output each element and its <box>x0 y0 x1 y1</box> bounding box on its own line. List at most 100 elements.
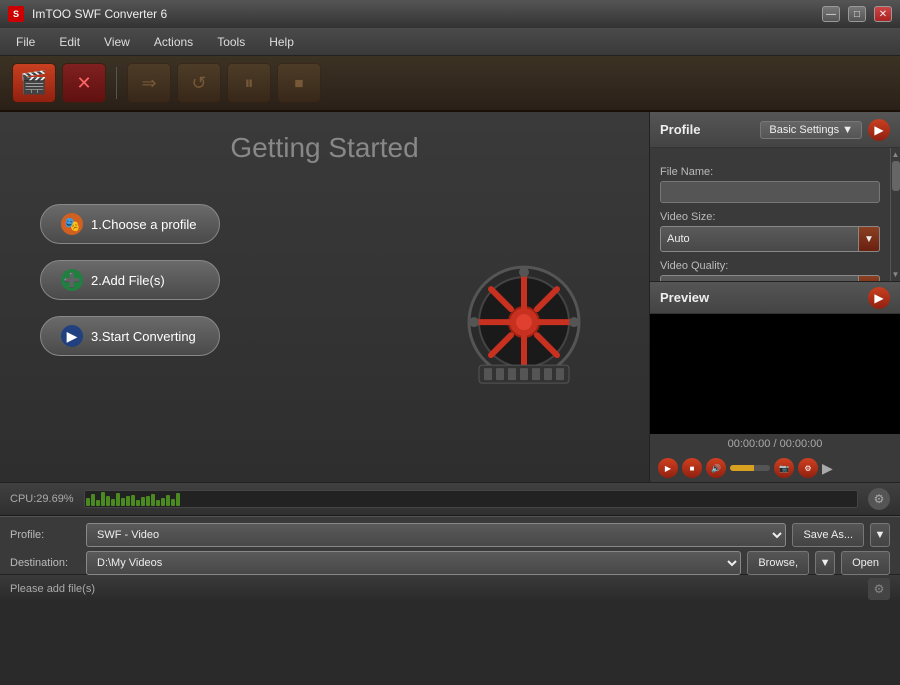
close-button[interactable]: ✕ <box>874 6 892 22</box>
toolbar: 🎬 ✕ ⇒ ↺ ⏸ ⏹ <box>0 56 900 112</box>
cpu-bar <box>151 494 155 506</box>
status-settings-icon[interactable]: ⚙ <box>868 488 890 510</box>
cpu-bar <box>166 495 170 506</box>
step2-icon: ➕ <box>61 269 83 291</box>
step3-icon: ▶ <box>61 325 83 347</box>
stop-ctrl-button[interactable]: ■ <box>682 458 702 478</box>
preview-time: 00:00:00 / 00:00:00 <box>650 434 900 454</box>
cpu-bar <box>111 499 115 506</box>
toolbar-separator <box>116 67 117 99</box>
basic-settings-button[interactable]: Basic Settings ▼ <box>760 121 862 139</box>
menu-edit[interactable]: Edit <box>47 31 92 53</box>
right-panel-container: Profile Basic Settings ▼ ▶ File Name: Vi… <box>650 112 900 482</box>
footer-icon[interactable]: ⚙ <box>868 578 890 600</box>
browse-arrow-button[interactable]: ▼ <box>815 551 835 575</box>
preview-nav-button[interactable]: ▶ <box>868 287 890 309</box>
scroll-down-icon[interactable]: ▼ <box>892 270 900 279</box>
start-converting-button[interactable]: ▶ 3.Start Converting <box>40 316 220 356</box>
videoquality-wrapper: Customized(512K) Low Medium High ▼ <box>660 275 880 281</box>
basic-settings-label: Basic Settings <box>769 124 839 136</box>
videosize-select[interactable]: Auto 320x240 640x480 1280x720 <box>660 226 880 252</box>
cpu-bar <box>116 493 120 506</box>
preview-header: Preview ▶ <box>650 282 900 314</box>
destination-row: Destination: D:\My Videos Browse, ▼ Open <box>10 551 890 575</box>
cpu-bar <box>176 493 180 506</box>
cpu-bar <box>161 498 165 506</box>
cpu-bar <box>141 497 145 506</box>
cpu-bar <box>121 498 125 506</box>
menu-help[interactable]: Help <box>257 31 306 53</box>
add-files-button[interactable]: ➕ 2.Add File(s) <box>40 260 220 300</box>
content-area: Getting Started 🎭 1.Choose a profile ➕ 2… <box>0 112 650 482</box>
cpu-bar <box>136 500 140 506</box>
cpu-bar <box>86 498 90 506</box>
screenshot-button[interactable]: 📷 <box>774 458 794 478</box>
step-buttons: 🎭 1.Choose a profile ➕ 2.Add File(s) ▶ 3… <box>40 204 220 356</box>
volume-button[interactable]: 🔊 <box>706 458 726 478</box>
destination-label: Destination: <box>10 557 80 569</box>
choose-profile-button[interactable]: 🎭 1.Choose a profile <box>40 204 220 244</box>
pause-button[interactable]: ⏸ <box>227 63 271 103</box>
cpu-bar <box>156 500 160 506</box>
cpu-bar <box>146 496 150 506</box>
cpu-bar <box>101 492 105 506</box>
cpu-graph <box>84 490 858 508</box>
destination-select[interactable]: D:\My Videos <box>86 551 741 575</box>
minimize-button[interactable]: — <box>822 6 840 22</box>
preview-controls: ▶ ■ 🔊 📷 ⚙ ▶ <box>650 454 900 482</box>
step2-label: 2.Add File(s) <box>91 273 165 288</box>
scroll-up-icon[interactable]: ▲ <box>892 150 900 159</box>
export-button[interactable]: ⇒ <box>127 63 171 103</box>
preview-panel: Preview ▶ 00:00:00 / 00:00:00 ▶ ■ 🔊 📷 ⚙ … <box>650 281 900 482</box>
panel-header-right: Basic Settings ▼ ▶ <box>760 119 890 141</box>
status-bar: CPU:29.69% ⚙ <box>0 482 900 516</box>
film-reel-decoration <box>459 257 589 390</box>
profile-body: File Name: Video Size: Auto 320x240 640x… <box>650 148 900 281</box>
menu-view[interactable]: View <box>92 31 142 53</box>
stop-button[interactable]: ⏹ <box>277 63 321 103</box>
browse-button[interactable]: Browse, <box>747 551 809 575</box>
open-button[interactable]: Open <box>841 551 890 575</box>
footer-status: Please add file(s) ⚙ <box>0 574 900 602</box>
cpu-bar <box>126 496 130 507</box>
chevron-down-icon: ▼ <box>842 124 853 136</box>
menu-actions[interactable]: Actions <box>142 31 205 53</box>
profile-panel-title: Profile <box>660 122 700 137</box>
profile-settings: File Name: Video Size: Auto 320x240 640x… <box>650 148 890 281</box>
step3-label: 3.Start Converting <box>91 329 196 344</box>
filename-input[interactable] <box>660 181 880 203</box>
profile-scrollbar[interactable]: ▲ ▼ <box>890 148 900 281</box>
profile-panel-header: Profile Basic Settings ▼ ▶ <box>650 112 900 148</box>
profile-row: Profile: SWF - Video Save As... ▼ <box>10 523 890 547</box>
menu-bar: File Edit View Actions Tools Help <box>0 28 900 56</box>
volume-bar[interactable] <box>730 465 770 471</box>
main-area: Getting Started 🎭 1.Choose a profile ➕ 2… <box>0 112 900 482</box>
remove-button[interactable]: ✕ <box>62 63 106 103</box>
app-icon: S <box>8 6 24 22</box>
save-as-button[interactable]: Save As... <box>792 523 864 547</box>
cpu-text: CPU:29.69% <box>10 493 74 505</box>
maximize-button[interactable]: □ <box>848 6 866 22</box>
play-button[interactable]: ▶ <box>658 458 678 478</box>
profile-row-label: Profile: <box>10 529 80 541</box>
cpu-bar <box>171 499 175 506</box>
videoquality-select[interactable]: Customized(512K) Low Medium High <box>660 275 880 281</box>
expand-button[interactable]: ▶ <box>822 460 833 477</box>
profile-nav-button[interactable]: ▶ <box>868 119 890 141</box>
cpu-bar <box>91 494 95 506</box>
scroll-thumb[interactable] <box>892 161 900 191</box>
filename-label: File Name: <box>660 166 880 178</box>
refresh-button[interactable]: ↺ <box>177 63 221 103</box>
settings-ctrl-button[interactable]: ⚙ <box>798 458 818 478</box>
add-file-button[interactable]: 🎬 <box>12 63 56 103</box>
footer-status-text: Please add file(s) <box>10 583 95 595</box>
videosize-wrapper: Auto 320x240 640x480 1280x720 ▼ <box>660 226 880 252</box>
cpu-bar <box>131 495 135 506</box>
menu-file[interactable]: File <box>4 31 47 53</box>
save-as-arrow-button[interactable]: ▼ <box>870 523 890 547</box>
videosize-label: Video Size: <box>660 211 880 223</box>
bottom-bar: Profile: SWF - Video Save As... ▼ Destin… <box>0 516 900 574</box>
videoquality-label: Video Quality: <box>660 260 880 272</box>
menu-tools[interactable]: Tools <box>205 31 257 53</box>
profile-select[interactable]: SWF - Video <box>86 523 786 547</box>
